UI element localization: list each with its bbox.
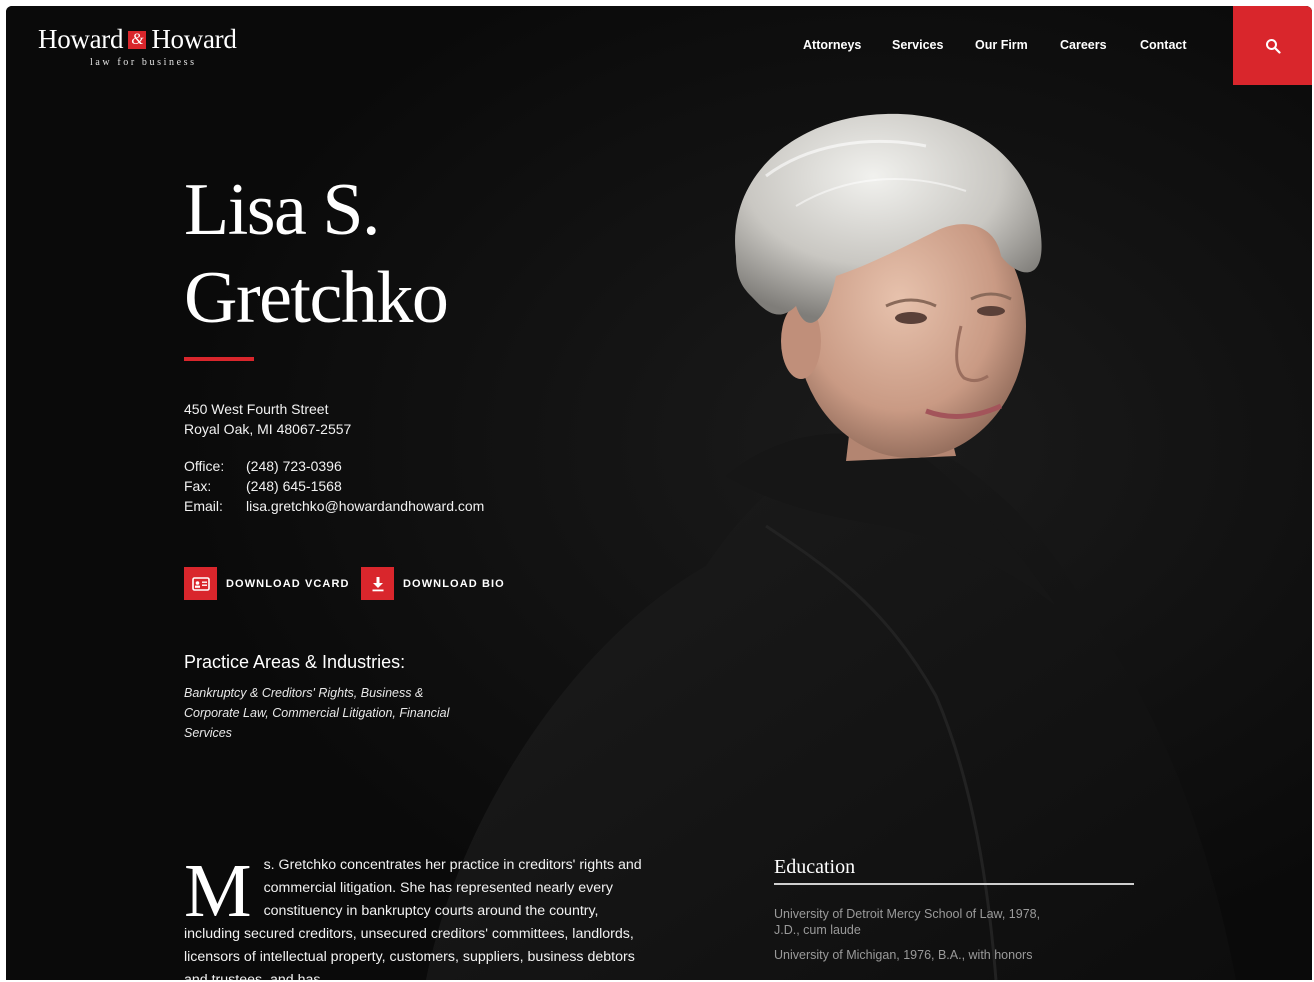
download-icon	[361, 567, 394, 600]
practice-areas-list[interactable]: Bankruptcy & Creditors' Rights, Business…	[184, 683, 464, 743]
download-vcard-button[interactable]: DOWNLOAD VCARD	[184, 567, 350, 600]
search-icon	[1265, 38, 1281, 54]
contact-office-value[interactable]: (248) 723-0396	[246, 456, 342, 476]
contact-office: Office: (248) 723-0396	[184, 456, 484, 476]
contact-fax: Fax: (248) 645-1568	[184, 476, 484, 496]
search-button[interactable]	[1233, 6, 1312, 85]
nav-attorneys[interactable]: Attorneys	[803, 38, 861, 52]
attorney-name: Lisa S. Gretchko	[184, 166, 449, 342]
bio-dropcap: M	[184, 849, 252, 933]
nav-careers[interactable]: Careers	[1060, 38, 1107, 52]
bio-text: s. Gretchko concentrates her practice in…	[184, 857, 642, 980]
logo-ampersand: &	[128, 30, 147, 49]
name-line-2: Gretchko	[184, 257, 449, 339]
education-item-1: University of Detroit Mercy School of La…	[774, 906, 1094, 938]
contact-email-link[interactable]: lisa.gretchko@howardandhoward.com	[246, 496, 484, 516]
contact-details: Office: (248) 723-0396 Fax: (248) 645-15…	[184, 456, 484, 516]
accent-divider	[184, 357, 254, 361]
education-title: Education	[774, 856, 856, 878]
firm-logo[interactable]: Howard & Howard law for business	[38, 24, 237, 68]
contact-fax-label: Fax:	[184, 478, 212, 494]
education-item-2-line-1: University of Michigan, 1976, B.A., with…	[774, 948, 1033, 962]
contact-email-label: Email:	[184, 498, 223, 514]
name-line-1: Lisa S.	[184, 169, 381, 251]
vcard-icon	[184, 567, 217, 600]
contact-office-label: Office:	[184, 458, 225, 474]
nav-contact[interactable]: Contact	[1140, 38, 1187, 52]
contact-email: Email: lisa.gretchko@howardandhoward.com	[184, 496, 484, 516]
bio-paragraph: M s. Gretchko concentrates her practice …	[184, 849, 644, 980]
contact-fax-value: (248) 645-1568	[246, 478, 342, 494]
download-bio-label: DOWNLOAD BIO	[403, 577, 505, 590]
logo-word-right: Howard	[151, 24, 237, 54]
download-bio-button[interactable]: DOWNLOAD BIO	[361, 567, 505, 600]
office-address: 450 West Fourth Street Royal Oak, MI 480…	[184, 399, 351, 439]
education-item-2: University of Michigan, 1976, B.A., with…	[774, 947, 1094, 963]
education-item-1-line-1: University of Detroit Mercy School of La…	[774, 907, 1041, 921]
education-item-1-line-2: J.D., cum laude	[774, 923, 861, 937]
nav-our-firm[interactable]: Our Firm	[975, 38, 1028, 52]
nav-services[interactable]: Services	[892, 38, 943, 52]
address-line-2: Royal Oak, MI 48067-2557	[184, 421, 352, 437]
education-divider	[774, 883, 1134, 885]
logo-tagline: law for business	[90, 57, 197, 68]
logo-word-left: Howard	[38, 24, 124, 54]
address-line-1: 450 West Fourth Street	[184, 401, 329, 417]
practice-areas-title: Practice Areas & Industries:	[184, 652, 406, 672]
download-vcard-label: DOWNLOAD VCARD	[226, 577, 350, 590]
page-frame: Howard & Howard law for business Attorne…	[6, 6, 1312, 980]
